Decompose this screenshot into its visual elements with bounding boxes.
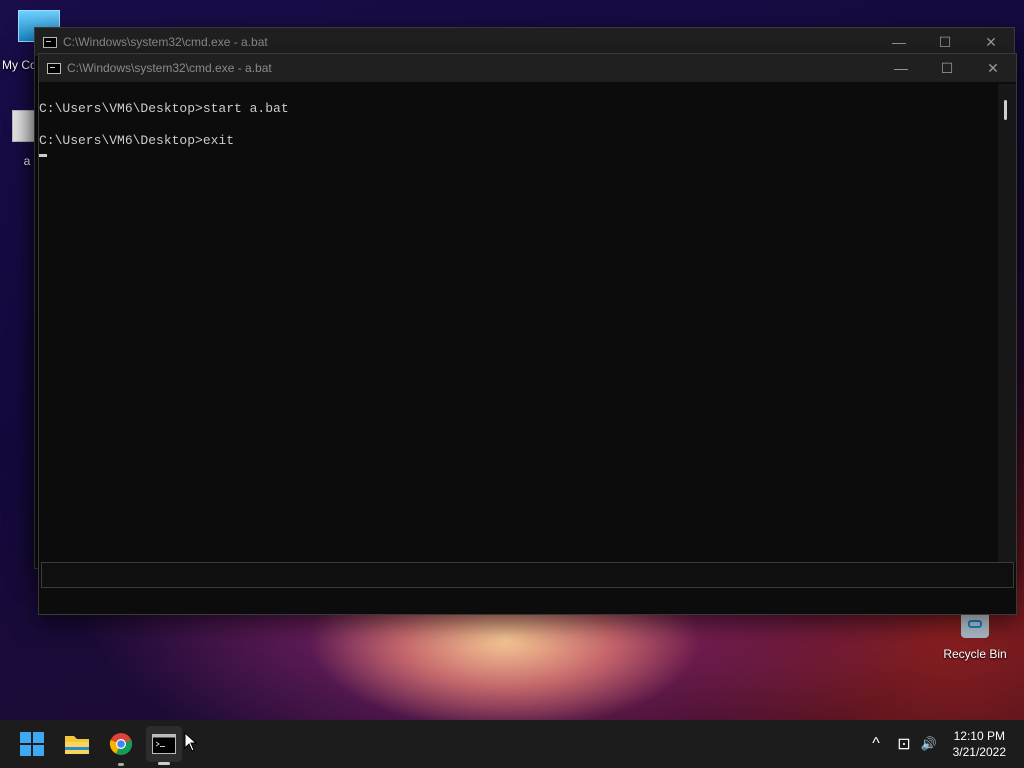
- title-bar[interactable]: C:\Windows\system32\cmd.exe - a.bat — ☐ …: [35, 28, 1014, 56]
- desktop-icon-label: Recycle Bin: [943, 647, 1007, 661]
- cmd-icon: [43, 36, 57, 48]
- window-title: C:\Windows\system32\cmd.exe - a.bat: [67, 61, 272, 75]
- taskbar: ^ ⊡ 🔊 12:10 PM 3/21/2022: [0, 720, 1024, 768]
- chrome-icon: [109, 733, 133, 755]
- cmd-window-front[interactable]: C:\Windows\system32\cmd.exe - a.bat — ☐ …: [38, 53, 1017, 615]
- network-icon[interactable]: ⊡: [893, 720, 915, 768]
- console-line: C:\Users\VM6\Desktop>start a.bat: [39, 101, 289, 116]
- recycle-bin-icon: [961, 612, 989, 638]
- minimize-button[interactable]: —: [878, 54, 924, 82]
- close-button[interactable]: ✕: [968, 28, 1014, 56]
- minimize-button[interactable]: —: [876, 28, 922, 56]
- vertical-scrollbar[interactable]: [998, 84, 1016, 562]
- command-prompt-button[interactable]: [146, 726, 182, 765]
- file-explorer-button[interactable]: [59, 726, 95, 762]
- scrollbar-thumb[interactable]: [1004, 100, 1007, 120]
- show-hidden-icons-button[interactable]: ^: [866, 720, 886, 768]
- desktop-icon-recycle-bin[interactable]: Recycle Bin: [938, 612, 1012, 661]
- clock[interactable]: 12:10 PM 3/21/2022: [953, 728, 1006, 760]
- clock-time: 12:10 PM: [953, 729, 1005, 743]
- window-title: C:\Windows\system32\cmd.exe - a.bat: [63, 35, 268, 49]
- maximize-button[interactable]: ☐: [924, 54, 970, 82]
- cmd-icon: [152, 734, 176, 754]
- horizontal-scrollbar[interactable]: [41, 562, 1014, 588]
- maximize-button[interactable]: ☐: [922, 28, 968, 56]
- chrome-button[interactable]: [103, 726, 139, 766]
- active-indicator: [158, 762, 170, 765]
- file-icon: [12, 110, 36, 142]
- title-bar[interactable]: C:\Windows\system32\cmd.exe - a.bat — ☐ …: [39, 54, 1016, 82]
- console-line: C:\Users\VM6\Desktop>exit: [39, 133, 235, 148]
- windows-logo-icon: [20, 732, 44, 756]
- text-cursor: [39, 154, 47, 157]
- mouse-pointer-icon: [184, 732, 198, 752]
- running-indicator: [118, 763, 124, 766]
- close-button[interactable]: ✕: [970, 54, 1016, 82]
- volume-icon[interactable]: 🔊: [918, 720, 940, 768]
- cmd-icon: [47, 62, 61, 74]
- folder-icon: [65, 736, 89, 754]
- clock-date: 3/21/2022: [952, 745, 1006, 759]
- start-button[interactable]: [14, 726, 50, 762]
- console-output[interactable]: C:\Users\VM6\Desktop>start a.bat C:\User…: [39, 84, 998, 562]
